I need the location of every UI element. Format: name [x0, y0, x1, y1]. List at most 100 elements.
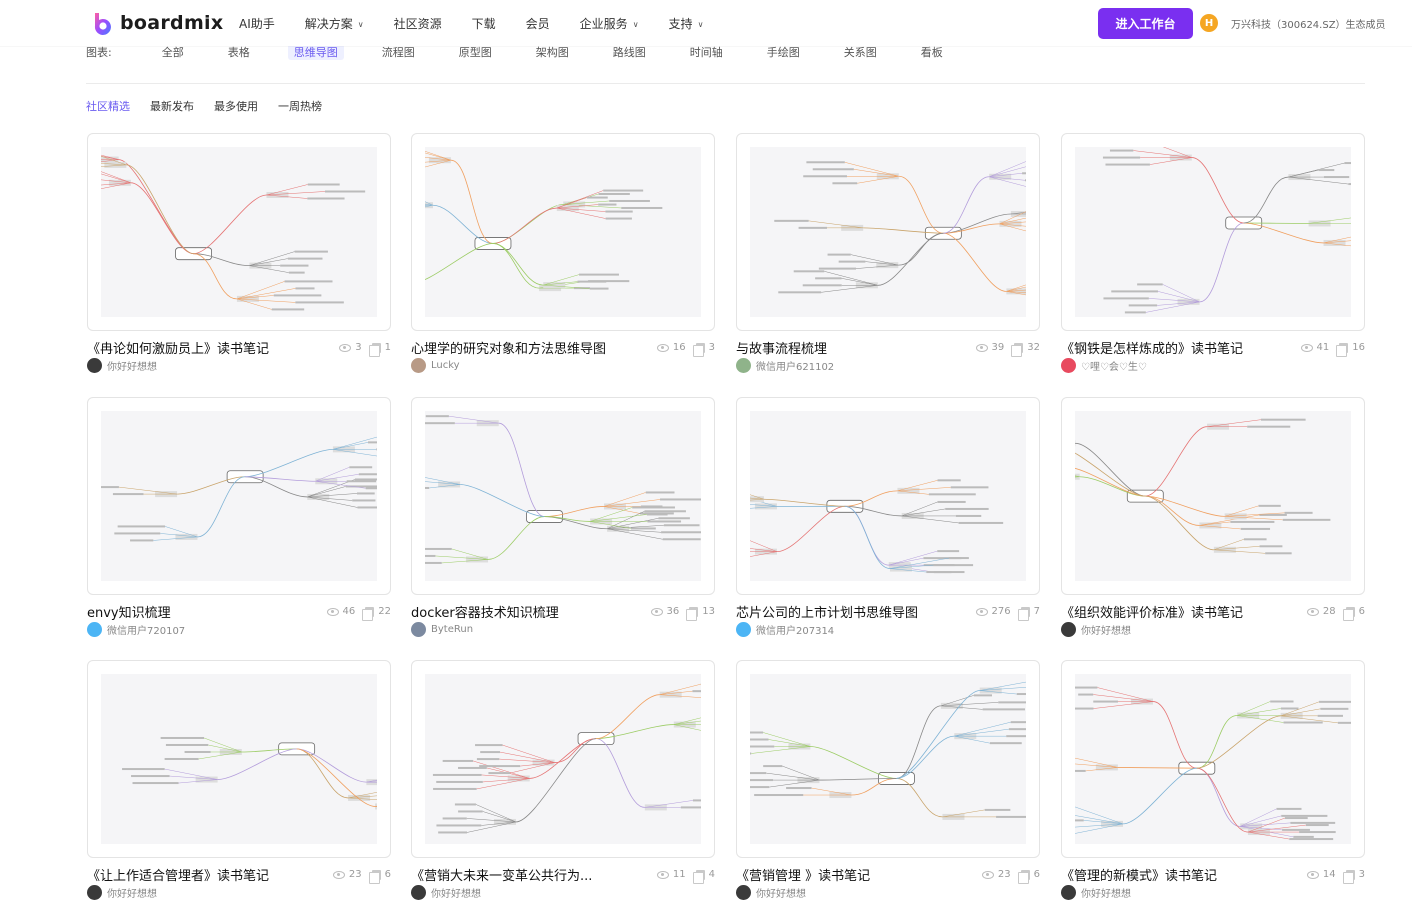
view-count: 39 [975, 342, 1004, 353]
view-count-value: 41 [1316, 342, 1330, 353]
template-thumbnail[interactable] [1061, 397, 1365, 595]
category-item[interactable]: 时间轴 [684, 44, 729, 60]
sort-tab[interactable]: 一周热榜 [278, 98, 322, 114]
category-item[interactable]: 原型图 [453, 44, 498, 60]
card-title[interactable]: 《营销大未来一变革公共行为... [411, 865, 592, 884]
template-card[interactable]: 心埋学的研究对象和方法思维导图 16 3 Lucky [411, 133, 715, 373]
card-author[interactable]: 微信用户720107 [87, 622, 185, 637]
card-stats: 41 16 [1291, 342, 1365, 357]
card-title[interactable]: 《钢铁是怎样炼成的》读书笔记 [1061, 338, 1243, 357]
user-avatar[interactable]: H [1200, 14, 1218, 32]
template-thumbnail[interactable] [411, 133, 715, 331]
card-title[interactable]: 心埋学的研究对象和方法思维导图 [411, 338, 606, 357]
copy-icon [1342, 869, 1355, 884]
card-title[interactable]: 《管理的新模式》读书笔记 [1061, 865, 1217, 884]
card-author[interactable]: 你好好想想 [87, 885, 157, 900]
card-author[interactable]: ♡哩♡会♡生♡ [1061, 358, 1147, 373]
author-name: 你好好想想 [756, 889, 806, 900]
template-card[interactable]: 《营销管埋 》读书笔记 23 6 你好好想想 [736, 660, 1040, 900]
card-stats: 23 6 [972, 869, 1040, 884]
sort-tab[interactable]: 社区精选 [86, 98, 130, 114]
main-nav: AI助手 解决方案 ∨ 社区资源 下载 会员 企业服务 ∨ 支持 ∨ [239, 15, 733, 32]
eco-member-text[interactable]: 万兴科技（300624.SZ）生态成员 [1231, 16, 1386, 31]
template-card[interactable]: 《组织效能评价标准》读书笔记 28 6 你好好想想 [1061, 397, 1365, 637]
card-author[interactable]: 你好好想想 [1061, 885, 1131, 900]
view-count-value: 23 [348, 869, 362, 880]
card-author[interactable]: 你好好想想 [411, 885, 481, 900]
template-card[interactable]: 《钢铁是怎样炼成的》读书笔记 41 16 ♡哩♡会♡生♡ [1061, 133, 1365, 373]
eye-icon [332, 870, 345, 879]
template-thumbnail[interactable] [411, 660, 715, 858]
card-author[interactable]: Lucky [411, 358, 460, 373]
category-item[interactable]: 思维导图 [287, 44, 344, 60]
category-item[interactable]: 流程图 [376, 44, 421, 60]
card-author[interactable]: 微信用户207314 [736, 622, 834, 637]
template-card[interactable]: docker容器技术知识梳理 36 13 ByteRun [411, 397, 715, 637]
boardmix-logo[interactable]: boardmix [92, 11, 223, 35]
card-author[interactable]: 你好好想想 [736, 885, 806, 900]
card-title[interactable]: 《营销管埋 》读书笔记 [736, 865, 870, 884]
view-count: 41 [1300, 342, 1330, 353]
card-title[interactable]: docker容器技术知识梳理 [411, 602, 559, 621]
category-item[interactable]: 关系图 [838, 44, 883, 60]
card-author[interactable]: ByteRun [411, 622, 473, 637]
template-thumbnail[interactable] [736, 397, 1040, 595]
mindmap-preview [425, 147, 701, 317]
category-item[interactable]: 全部 [156, 44, 190, 60]
template-thumbnail[interactable] [411, 397, 715, 595]
card-author[interactable]: 你好好想想 [87, 358, 157, 373]
copy-icon [1011, 342, 1024, 357]
nav-item[interactable]: 社区资源 [394, 15, 442, 32]
template-thumbnail[interactable] [736, 133, 1040, 331]
template-thumbnail[interactable] [736, 660, 1040, 858]
template-card[interactable]: envy知识梳理 46 22 微信用户720107 [87, 397, 391, 637]
template-card[interactable]: 《管理的新模式》读书笔记 14 3 你好好想想 [1061, 660, 1365, 900]
template-card[interactable]: 《营销大未来一变革公共行为... 11 4 你好好想想 [411, 660, 715, 900]
card-title[interactable]: 《冉论如何激励员上》读书笔记 [87, 338, 269, 357]
template-thumbnail[interactable] [1061, 133, 1365, 331]
nav-item[interactable]: 解决方案 ∨ [305, 15, 364, 32]
template-card[interactable]: 《让上作适合管埋者》读书笔记 23 6 你好好想想 [87, 660, 391, 900]
template-card[interactable]: 与故事流程梳埋 39 32 微信用户621102 [736, 133, 1040, 373]
card-title[interactable]: 《组织效能评价标准》读书笔记 [1061, 602, 1243, 621]
nav-item[interactable]: AI助手 [239, 15, 275, 32]
template-card[interactable]: 《冉论如何激励员上》读书笔记 3 1 你好好想想 [87, 133, 391, 373]
nav-item[interactable]: 下载 [472, 15, 496, 32]
card-stats: 28 6 [1297, 606, 1365, 621]
nav-item[interactable]: 支持 ∨ [669, 15, 704, 32]
template-card[interactable]: 芯片公司的上市计划书思维导图 276 7 微信用户207314 [736, 397, 1040, 637]
category-item[interactable]: 表格 [222, 44, 256, 60]
sort-tab[interactable]: 最新发布 [150, 98, 194, 114]
card-author[interactable]: 你好好想想 [1061, 622, 1131, 637]
copy-count-value: 16 [1352, 342, 1365, 353]
category-item[interactable]: 看板 [915, 44, 949, 60]
view-count: 276 [975, 606, 1011, 617]
copy-count-value: 6 [384, 869, 391, 880]
mindmap-preview [101, 147, 377, 317]
eye-icon [981, 870, 994, 879]
author-name: 你好好想想 [431, 889, 481, 900]
enter-workspace-button[interactable]: 进入工作台 [1098, 8, 1193, 39]
card-stats: 16 3 [647, 342, 715, 357]
nav-item[interactable]: 会员 [526, 15, 550, 32]
copy-count-value: 6 [1033, 869, 1040, 880]
category-item[interactable]: 架构图 [530, 44, 575, 60]
card-title[interactable]: 《让上作适合管埋者》读书笔记 [87, 865, 269, 884]
category-item[interactable]: 路线图 [607, 44, 652, 60]
nav-item[interactable]: 企业服务 ∨ [580, 15, 639, 32]
template-thumbnail[interactable] [87, 397, 391, 595]
category-item[interactable]: 手绘图 [761, 44, 806, 60]
sort-tab[interactable]: 最多使用 [214, 98, 258, 114]
card-title[interactable]: 芯片公司的上市计划书思维导图 [736, 602, 918, 621]
view-count-value: 11 [672, 869, 686, 880]
copy-icon [1017, 869, 1030, 884]
template-thumbnail[interactable] [87, 133, 391, 331]
card-author[interactable]: 微信用户621102 [736, 358, 834, 373]
card-title[interactable]: envy知识梳理 [87, 602, 171, 621]
card-title[interactable]: 与故事流程梳埋 [736, 338, 827, 357]
avatar [1061, 885, 1076, 900]
template-thumbnail[interactable] [1061, 660, 1365, 858]
template-thumbnail[interactable] [87, 660, 391, 858]
category-label: 图表: [86, 46, 112, 59]
avatar [1061, 622, 1076, 637]
